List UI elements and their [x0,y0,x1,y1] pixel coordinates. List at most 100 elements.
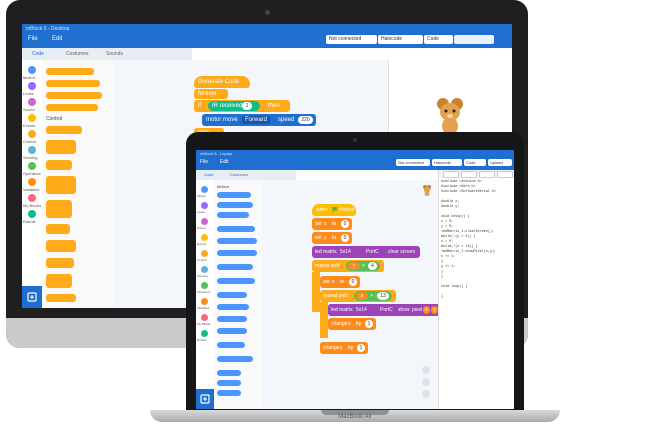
laptop-category-sound[interactable] [201,218,208,225]
desktop-connection-status[interactable]: Not connected [326,35,377,44]
laptop-category-looks[interactable] [201,202,208,209]
palette-block[interactable] [217,238,257,244]
set-x-block[interactable]: set x to 0 [312,218,352,230]
palette-block[interactable] [217,202,253,208]
operand-y[interactable]: y [348,262,360,270]
desktop-tab-costumes[interactable]: Costumes [66,51,89,57]
var-y-dropdown[interactable]: y [340,342,343,354]
laptop-category-events[interactable] [201,234,208,241]
change-x-value-input[interactable]: 1 [365,320,373,328]
led-port-dropdown[interactable]: PortC [380,304,393,316]
palette-block[interactable] [46,140,76,154]
laptop-category-control[interactable] [201,250,208,257]
sprite-thumbnail-icon[interactable] [422,184,432,196]
desktop-category-control[interactable] [28,130,36,138]
desktop-category-looks[interactable] [28,82,36,90]
desktop-category-my-blocks[interactable] [28,194,36,202]
var-x-dropdown[interactable]: x [332,276,335,288]
change-x-block[interactable]: change x by 1 [328,318,376,330]
set-y-block[interactable]: set y to 0 [312,232,352,244]
repeat-until-y-block[interactable]: repeat until y > 4 [312,260,384,272]
greater-than-operator[interactable]: x > 13 [354,291,392,301]
led-size-dropdown[interactable]: 5x14 [340,246,351,258]
palette-block[interactable] [217,192,251,198]
laptop-device-select[interactable]: Halocode [432,159,462,166]
desktop-category-sound[interactable] [28,98,36,106]
palette-block[interactable] [217,278,255,284]
laptop-category-robots[interactable] [201,330,208,337]
code-panel-tab-button[interactable] [497,171,513,178]
zoom-out-icon[interactable] [422,378,430,386]
palette-block[interactable] [46,176,76,194]
palette-block[interactable] [46,274,72,288]
laptop-menu-edit[interactable]: Edit [220,159,229,165]
limit-x-input[interactable]: 13 [377,292,389,300]
desktop-category-robots[interactable] [28,210,36,218]
desktop-category-operators[interactable] [28,162,36,170]
palette-block[interactable] [217,264,253,270]
change-y-value-input[interactable]: 1 [357,344,365,352]
palette-block[interactable] [217,370,241,376]
laptop-category-operators[interactable] [201,282,208,289]
palette-block[interactable] [217,390,241,396]
x-value-input[interactable]: 0 [341,220,349,228]
palette-block[interactable] [217,292,247,298]
palette-block[interactable] [217,380,241,386]
palette-block[interactable] [217,342,245,348]
motor-move-block[interactable]: motor move Forward speed 220 [202,114,316,126]
palette-block[interactable] [217,250,257,256]
when-flag-clicked-block[interactable]: when clicked [312,204,356,216]
led-matrix-clear-block[interactable]: led matrix 5x14 PortC clear screen [312,246,420,258]
desktop-tab-sounds[interactable]: Sounds [106,51,123,57]
desktop-tab-code[interactable]: Code [32,51,44,57]
forever-block[interactable]: forever [194,89,228,99]
generate-code-hat-block[interactable]: Generate Code [194,76,250,88]
palette-block[interactable] [46,160,72,170]
palette-block[interactable] [46,294,76,302]
palette-block[interactable] [46,224,70,234]
pixel-x-input[interactable]: x [423,306,430,314]
desktop-category-sensing[interactable] [28,146,36,154]
change-y-block[interactable]: change y by 1 [320,342,368,354]
speed-input[interactable]: 220 [298,116,313,124]
laptop-connection-status[interactable]: Not connected [396,159,430,166]
desktop-extension-button[interactable] [22,286,42,308]
var-x-dropdown[interactable]: x [348,318,351,330]
palette-block[interactable] [217,212,249,218]
laptop-category-variables[interactable] [201,298,208,305]
palette-block[interactable] [217,328,247,334]
palette-block[interactable] [46,68,94,75]
led-size-dropdown[interactable]: 5x14 [356,304,367,316]
palette-block[interactable] [46,104,98,111]
palette-block[interactable] [217,226,255,232]
operand-x[interactable]: x [356,292,368,300]
laptop-category-motion[interactable] [201,186,208,193]
laptop-category-sensing[interactable] [201,266,208,273]
palette-block[interactable] [46,92,102,99]
zoom-in-icon[interactable] [422,366,430,374]
laptop-mode-select[interactable]: Code [464,159,486,166]
code-panel-tab-button[interactable] [461,171,477,178]
palette-block[interactable] [217,304,249,310]
palette-block[interactable] [46,200,72,218]
x-inner-value-input[interactable]: 0 [349,278,357,286]
var-x-dropdown[interactable]: x [324,218,327,230]
palette-block[interactable] [46,240,76,252]
laptop-upload-button[interactable]: Upload [488,159,512,166]
direction-dropdown[interactable]: Forward [242,116,271,124]
led-matrix-show-pixel-block[interactable]: led matrix 5x14 PortC show pixel x y [328,304,440,316]
desktop-menu-file[interactable]: File [28,36,38,42]
led-port-dropdown[interactable]: PortC [366,246,379,258]
desktop-category-motion[interactable] [28,66,36,74]
desktop-toolbar-button[interactable] [454,35,494,44]
var-y-dropdown[interactable]: y [324,232,327,244]
if-block[interactable]: if IR received 1 then [194,100,290,112]
pixel-y-input[interactable]: y [431,306,438,314]
desktop-mode-select[interactable]: Code [424,35,453,44]
palette-block[interactable] [217,356,253,362]
zoom-reset-icon[interactable] [422,390,430,398]
laptop-tab-costumes[interactable]: Costumes [230,172,248,177]
palette-block[interactable] [46,126,82,134]
code-panel-tab-button[interactable] [443,171,459,178]
laptop-category-my-blocks[interactable] [201,314,208,321]
